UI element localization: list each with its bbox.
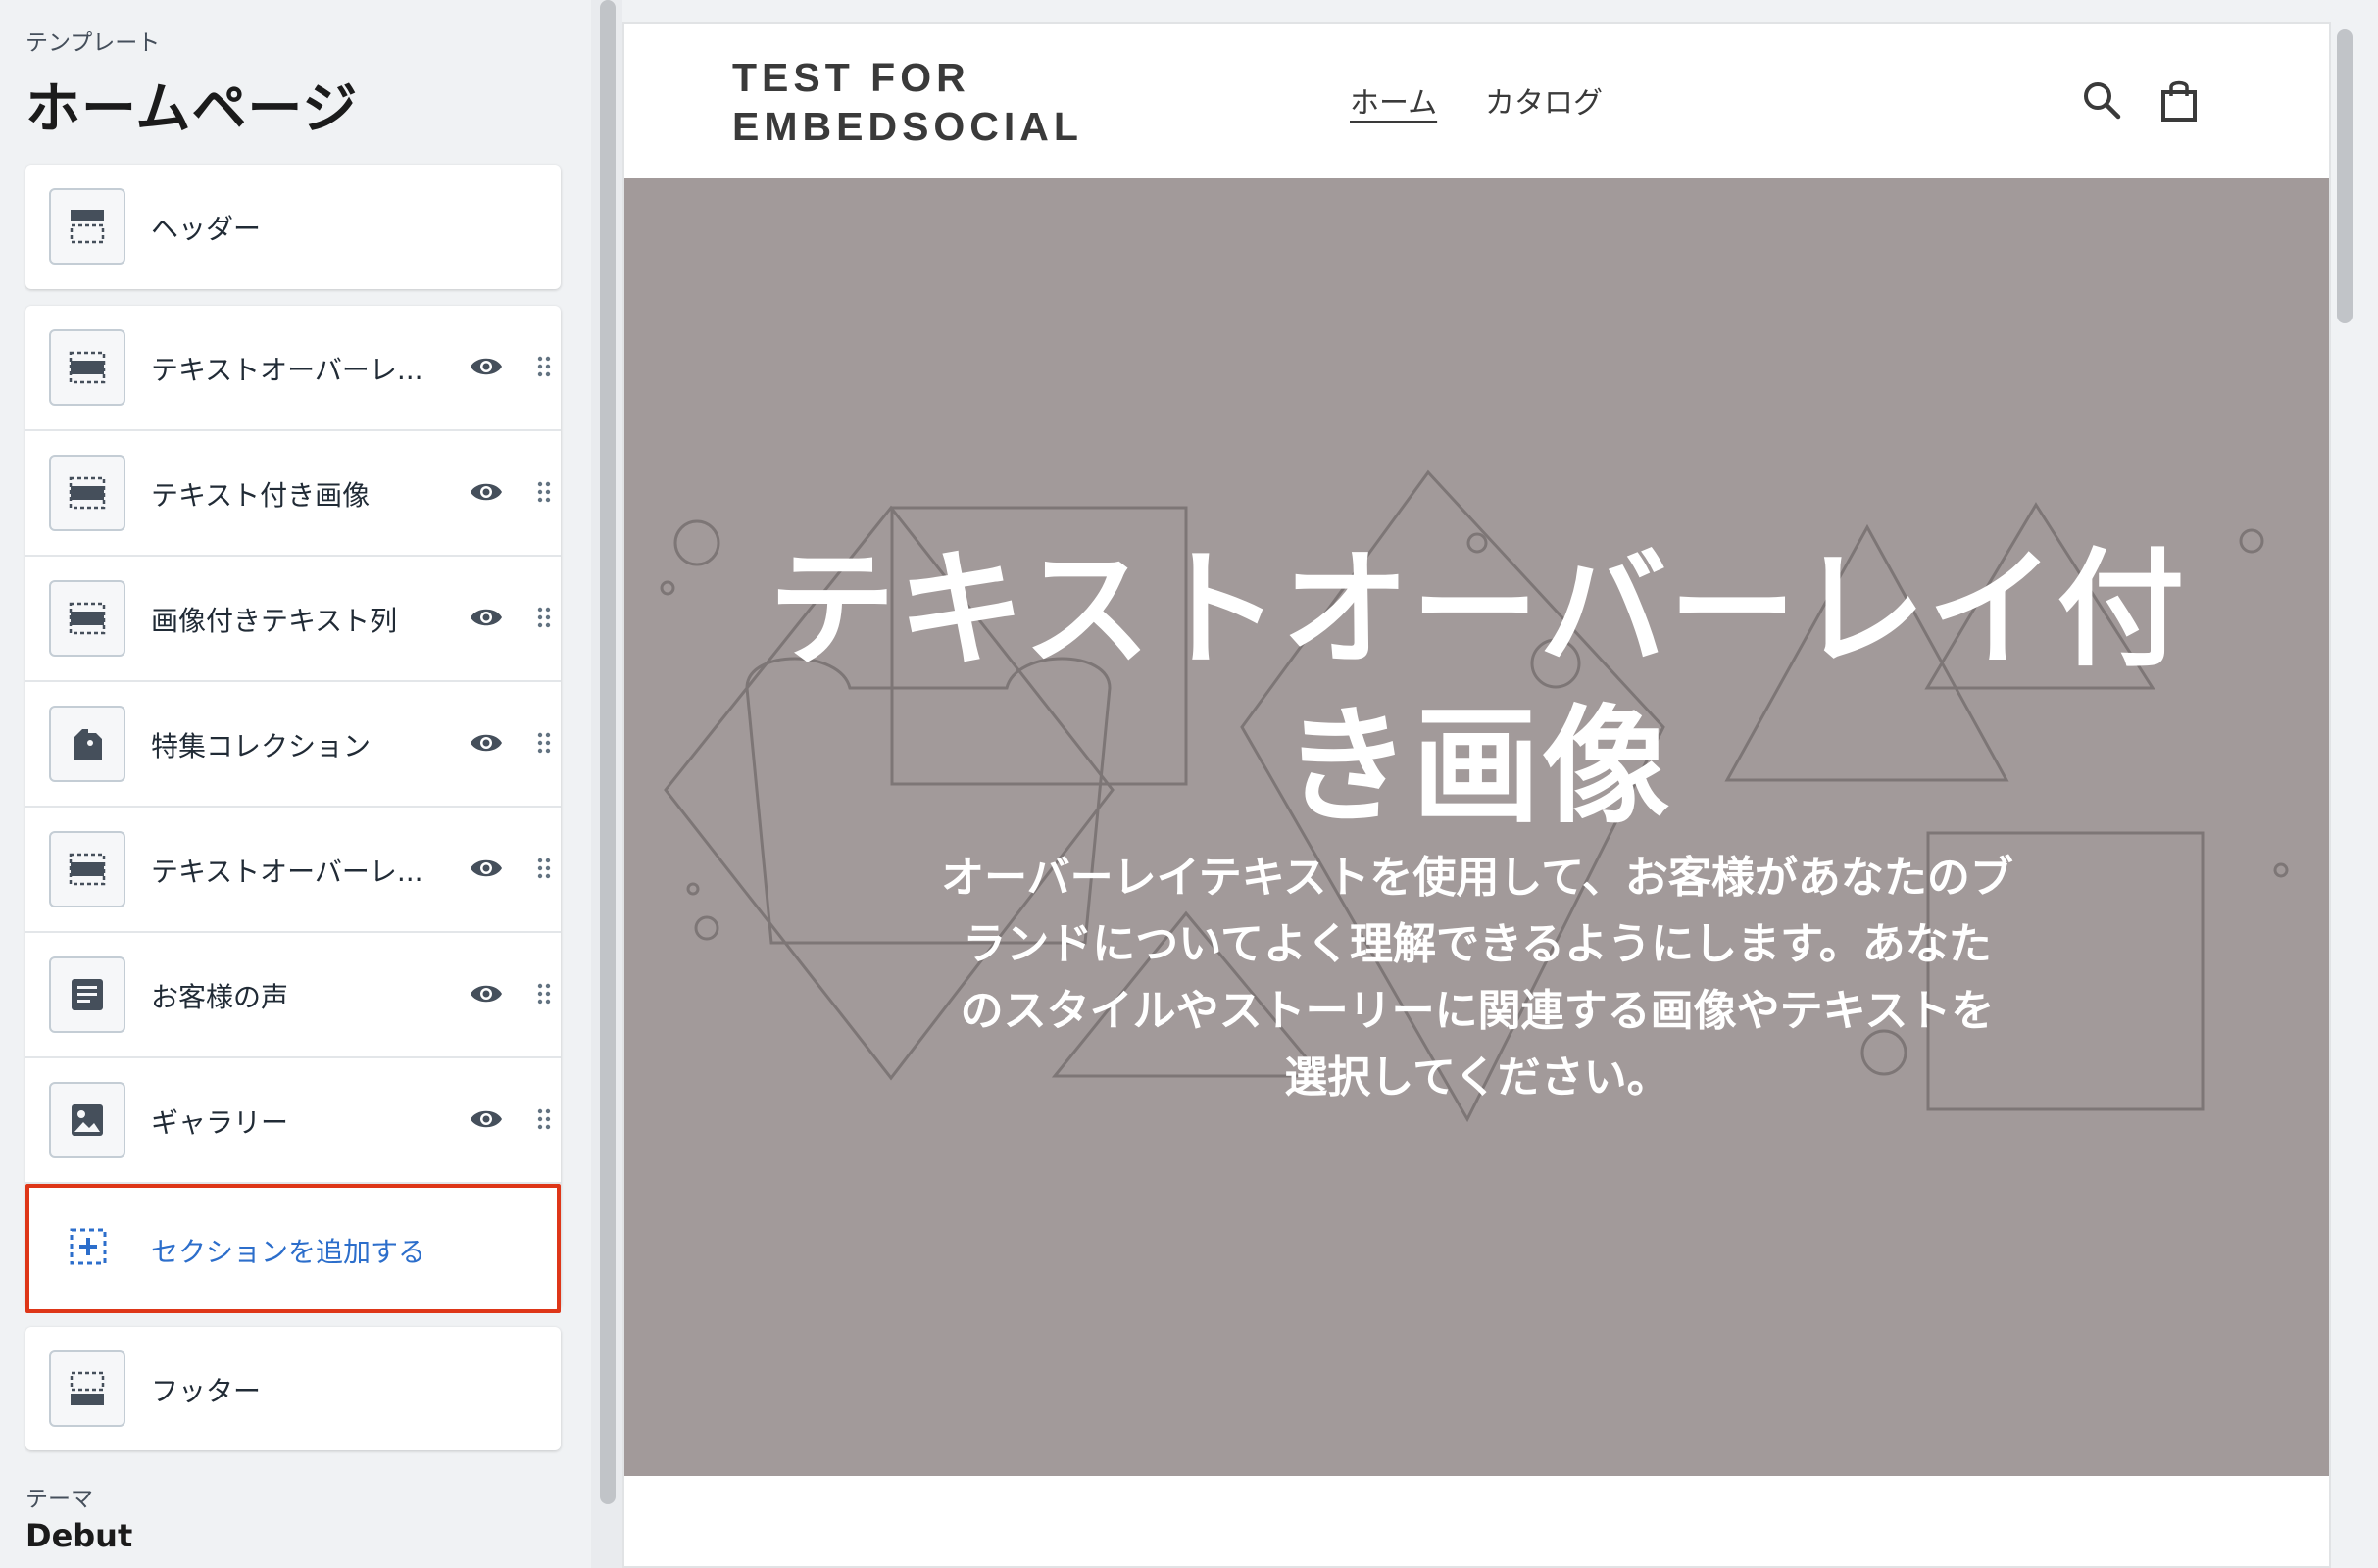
eye-icon[interactable] [469,729,504,757]
section-layout-icon [49,831,125,907]
store-name-line: EMBEDSOCIAL [732,104,1083,149]
hero-subtext-line: 選択してください。 [1284,1053,1670,1102]
section-label: 特集コレクション [151,730,372,762]
eye-icon[interactable] [469,604,504,631]
section-item[interactable]: テキストオーバーレ... [25,306,561,431]
image-icon [49,1082,125,1158]
add-section-button[interactable]: セクションを追加する [25,1184,561,1313]
hero-subtext-line: のスタイルやストーリーに関連する画像やテキストを [960,986,1995,1036]
section-item[interactable]: テキスト付き画像 [25,431,561,557]
drag-handle-icon[interactable] [537,857,551,880]
section-label: テキスト付き画像 [151,479,371,512]
section-item[interactable]: ギャラリー [25,1058,561,1184]
section-layout-icon [49,329,125,406]
search-icon[interactable] [2082,80,2121,120]
section-label: ヘッダー [151,213,262,245]
eye-icon[interactable] [469,353,504,380]
drag-handle-icon[interactable] [537,480,551,504]
header-layout-icon [49,188,125,265]
sections-card: テキストオーバーレ... テキスト付き画像 画像付きテキスト列 特集コレクション [25,306,561,1313]
drag-handle-icon[interactable] [537,355,551,378]
template-label: テンプレート [25,30,161,56]
text-block-icon [49,956,125,1033]
section-item-footer[interactable]: フッター [25,1327,561,1450]
drag-handle-icon[interactable] [537,606,551,629]
drag-handle-icon[interactable] [537,731,551,755]
theme-name: Debut [25,1517,133,1554]
drag-handle-icon[interactable] [537,1107,551,1131]
section-item[interactable]: 特集コレクション [25,682,561,808]
store-name-line: TEST FOR [732,55,970,100]
add-section-label: セクションを追加する [151,1236,426,1268]
store-preview: TEST FOR EMBEDSOCIAL ホーム カタログ テキストオーバーレイ… [622,22,2331,1568]
hero-subtext: オーバーレイテキストを使用して、お客様があなたのブ ランドについてよく理解できる… [899,845,2056,1111]
drag-handle-icon[interactable] [537,982,551,1005]
footer-card: フッター [25,1327,561,1450]
hero-subtext-line: オーバーレイテキストを使用して、お客様があなたのブ [941,853,2013,903]
eye-icon[interactable] [469,478,504,506]
hero-heading: テキストオーバーレイ付 き画像 [722,531,2232,845]
eye-icon[interactable] [469,855,504,882]
nav-link-catalog[interactable]: カタログ [1485,78,1603,122]
section-item[interactable]: 画像付きテキスト列 [25,557,561,682]
hero-banner: テキストオーバーレイ付 き画像 オーバーレイテキストを使用して、お客様があなたの… [624,178,2329,1476]
sidebar-scrollbar[interactable] [600,0,616,1504]
header-card: ヘッダー [25,165,561,289]
sidebar: テンプレート ホームページ ヘッダー テキストオーバーレ... テキスト付き画像 [0,0,591,1568]
preview-scrollbar[interactable] [2337,29,2353,323]
hero-heading-line: テキストオーバーレイ付 [768,535,2187,684]
hero-subtext-line: ランドについてよく理解できるようにします。あなた [963,919,1992,969]
tag-icon [49,706,125,782]
eye-icon[interactable] [469,1105,504,1133]
section-label: テキストオーバーレ... [151,856,423,888]
section-label: 画像付きテキスト列 [151,605,398,637]
section-label: テキストオーバーレ... [151,354,423,386]
footer-layout-icon [49,1350,125,1427]
add-section-icon [70,1228,107,1265]
nav-link-home[interactable]: ホーム [1350,78,1437,122]
theme-label: テーマ [25,1487,93,1512]
section-item[interactable]: お客様の声 [25,933,561,1058]
hero-heading-line: き画像 [1282,692,1671,841]
section-label: ギャラリー [151,1106,289,1139]
section-item-header[interactable]: ヘッダー [25,165,561,289]
page-title: ホームページ [25,77,359,141]
shopping-bag-icon[interactable] [2159,78,2199,122]
store-logo-text[interactable]: TEST FOR EMBEDSOCIAL [732,53,1083,151]
eye-icon[interactable] [469,980,504,1007]
section-label: お客様の声 [151,981,289,1013]
section-item[interactable]: テキストオーバーレ... [25,808,561,933]
section-layout-icon [49,580,125,657]
section-label: フッター [151,1375,262,1407]
section-layout-icon [49,455,125,531]
